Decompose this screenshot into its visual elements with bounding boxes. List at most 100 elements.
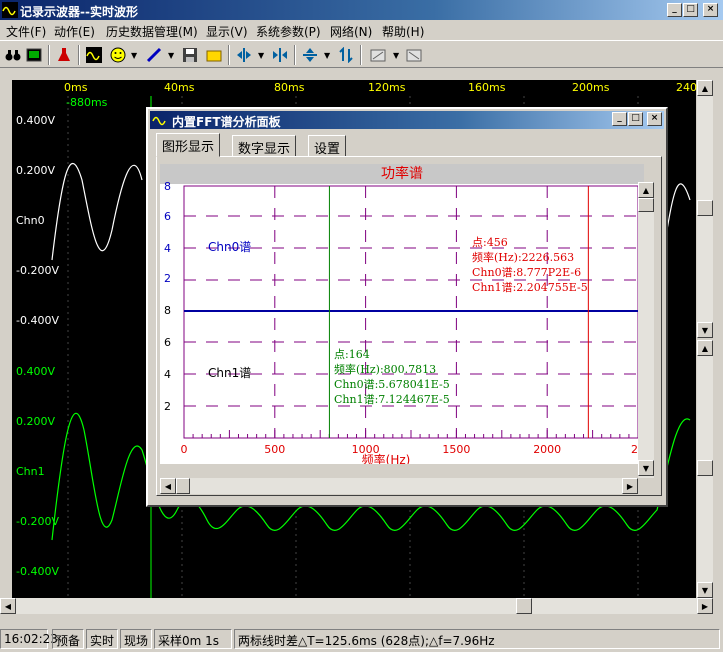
marker-red-point: 点:456	[472, 236, 508, 249]
ruler-tick: 80ms	[274, 81, 305, 94]
status-mode-realtime: 实时	[86, 629, 118, 649]
title-bar: 记录示波器--实时波形 _ □ ×	[0, 0, 723, 20]
close-button[interactable]: ×	[703, 3, 718, 17]
scroll-right-icon[interactable]: ▶	[697, 598, 713, 614]
chn1-tick-label: 0.200V	[16, 415, 56, 428]
chn0-vertical-scrollbar[interactable]: ▲ ▼	[697, 80, 713, 338]
tab-settings[interactable]: 设置	[308, 135, 347, 157]
scroll-right-icon[interactable]: ▶	[622, 478, 638, 494]
chn0-label: Chn0	[16, 214, 45, 227]
chn1-tick-label: 0.400V	[16, 365, 56, 378]
window-title: 记录示波器--实时波形	[20, 5, 138, 19]
menu-network[interactable]: 网络(N)	[330, 23, 372, 40]
scroll-down-icon[interactable]: ▼	[697, 322, 713, 338]
compress-horizontal-icon[interactable]	[234, 45, 254, 65]
binoculars-icon[interactable]	[3, 45, 23, 65]
x-tick-label: 1500	[442, 443, 470, 456]
marker-red-chn1: Chn1谱:2.204755E-5	[472, 280, 588, 294]
ruler-tick: 40ms	[164, 81, 195, 94]
chevron-down-icon[interactable]: ▼	[324, 51, 330, 60]
fft-horizontal-scrollbar[interactable]: ◀ ▶	[160, 478, 638, 494]
status-bar: 16:02:23 预备 实时 现场 采样0m 1s 两标线时差△T=125.6m…	[0, 626, 723, 652]
scroll-thumb[interactable]	[638, 198, 654, 212]
scroll-thumb[interactable]	[697, 460, 713, 476]
scroll-up-icon[interactable]: ▲	[697, 340, 713, 356]
scroll-thumb[interactable]	[176, 478, 190, 494]
fft-dialog-title-bar: 内置FFT谱分析面板 _ □ ×	[150, 111, 664, 129]
chevron-down-icon[interactable]: ▼	[393, 51, 399, 60]
y-tick-label: 8	[164, 304, 171, 317]
menu-bar: 文件(F) 动作(E) 历史数据管理(M) 显示(V) 系统参数(P) 网络(N…	[0, 20, 723, 40]
status-time: 16:02:23	[0, 629, 58, 649]
fft-maximize-button[interactable]: □	[628, 112, 643, 126]
ruler-tick: 0ms	[64, 81, 88, 94]
status-time-diff: 两标线时差△T=125.6ms (628点);△f=7.96Hz	[234, 629, 720, 649]
scroll-left-icon[interactable]: ◀	[160, 478, 176, 494]
y-tick-label: 4	[164, 368, 171, 381]
chn1-vertical-scrollbar[interactable]: ▲ ▼	[697, 340, 713, 598]
marker-green-chn1: Chn1谱:7.124467E-5	[334, 392, 450, 406]
scroll-left-icon[interactable]: ◀	[0, 598, 16, 614]
fft-vertical-scrollbar[interactable]: ▲ ▼	[638, 182, 654, 478]
ruler-tick: 240	[676, 81, 697, 94]
pen-icon[interactable]	[144, 45, 164, 65]
monitor-icon[interactable]	[24, 45, 44, 65]
menu-action[interactable]: 动作(E)	[54, 23, 95, 40]
expand-horizontal-icon[interactable]	[270, 45, 290, 65]
compress-vertical-icon[interactable]	[300, 45, 320, 65]
menu-help[interactable]: 帮助(H)	[382, 23, 424, 40]
y-tick-label: 2	[164, 400, 171, 413]
status-sample: 采样0m 1s	[154, 629, 232, 649]
chn0-tick-label: 0.200V	[16, 164, 56, 177]
scroll-down-icon[interactable]: ▼	[638, 460, 654, 476]
fft-minimize-button[interactable]: _	[612, 112, 627, 126]
fft-close-button[interactable]: ×	[647, 112, 662, 126]
menu-history[interactable]: 历史数据管理(M)	[106, 23, 198, 40]
save-icon[interactable]	[180, 45, 200, 65]
fft-dialog-icon	[152, 112, 168, 131]
x-tick-label: 500	[264, 443, 285, 456]
scroll-down-icon[interactable]: ▼	[697, 582, 713, 598]
minimize-button[interactable]: _	[667, 3, 682, 17]
flask-icon[interactable]	[54, 45, 74, 65]
app-icon	[2, 2, 18, 18]
scroll-thumb[interactable]	[516, 598, 532, 614]
maximize-button[interactable]: □	[683, 3, 698, 17]
scroll-thumb[interactable]	[697, 200, 713, 216]
y-tick-label: 4	[164, 242, 171, 255]
marker-green-chn0: Chn0谱:5.678041E-5	[334, 377, 450, 391]
chn0-tick-label: -0.400V	[16, 314, 59, 327]
y-tick-label: 8	[164, 180, 171, 193]
chevron-down-icon[interactable]: ▼	[168, 51, 174, 60]
menu-system[interactable]: 系统参数(P)	[256, 23, 321, 40]
ruler-tick: 160ms	[468, 81, 506, 94]
scroll-up-icon[interactable]: ▲	[638, 182, 654, 198]
time-horizontal-scrollbar[interactable]: ◀ ▶	[0, 598, 713, 614]
status-mode-site: 现场	[120, 629, 152, 649]
tab-graph[interactable]: 图形显示	[156, 133, 221, 157]
expand-vertical-icon[interactable]	[336, 45, 356, 65]
chn1-label: Chn1	[16, 465, 45, 478]
time-offset-label: -880ms	[66, 96, 108, 109]
fft-dialog-title: 内置FFT谱分析面板	[172, 115, 281, 129]
smiley-icon[interactable]	[108, 45, 128, 65]
scroll-up-icon[interactable]: ▲	[697, 80, 713, 96]
chevron-down-icon[interactable]: ▼	[131, 51, 137, 60]
x-axis-label: 频率(Hz)	[362, 452, 411, 464]
zoom-rect-icon[interactable]	[368, 45, 388, 65]
power-spectrum-chart[interactable]: 功率谱 8 6 4 2 8 6 4 2 Chn0谱 Chn1谱 点:456 频率…	[160, 164, 644, 464]
ruler-tick: 200ms	[572, 81, 610, 94]
menu-view[interactable]: 显示(V)	[206, 23, 248, 40]
waveform-icon[interactable]	[84, 45, 104, 65]
y-tick-label: 2	[164, 272, 171, 285]
folder-icon[interactable]	[204, 45, 224, 65]
chevron-down-icon[interactable]: ▼	[258, 51, 264, 60]
grid-icon[interactable]	[404, 45, 424, 65]
y-tick-label: 6	[164, 210, 171, 223]
time-ruler: 0ms 40ms 80ms 120ms 160ms 200ms 240	[12, 80, 697, 96]
tab-numeric[interactable]: 数字显示	[232, 135, 297, 157]
marker-green-freq: 频率(Hz):800.7813	[334, 362, 436, 376]
menu-file[interactable]: 文件(F)	[6, 23, 46, 40]
x-tick-label: 0	[181, 443, 188, 456]
series-label-chn0: Chn0谱	[208, 240, 251, 254]
